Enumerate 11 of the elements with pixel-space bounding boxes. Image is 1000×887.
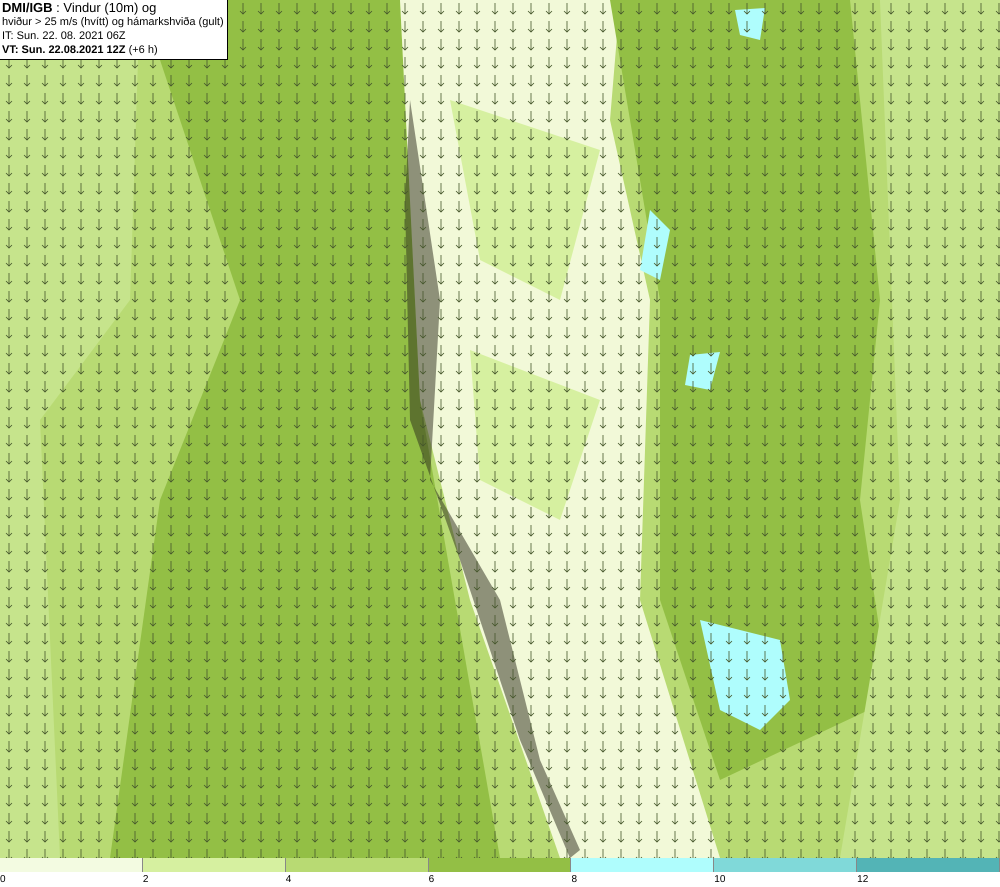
scale-label: 2 — [142, 873, 150, 887]
info-text: VT: Sun. 22.08.2021 12Z (+6 h) — [2, 43, 159, 57]
info-text: DMI/IGB : Vindur (10m) og — [2, 1, 158, 15]
scale-label: 6 — [428, 873, 436, 887]
scale-label: 4 — [286, 873, 292, 887]
info-text: hviður > 25 m/s (hvítt) og hámarkshviða (gult) — [2, 15, 224, 29]
scale-label: 8 — [571, 873, 578, 887]
scale-label: 0 — [0, 873, 7, 887]
scale-label: 12 — [857, 873, 870, 887]
info-text: IT: Sun. 22. 08. 2021 06Z — [2, 29, 127, 43]
scale-label: 10 — [714, 873, 726, 887]
